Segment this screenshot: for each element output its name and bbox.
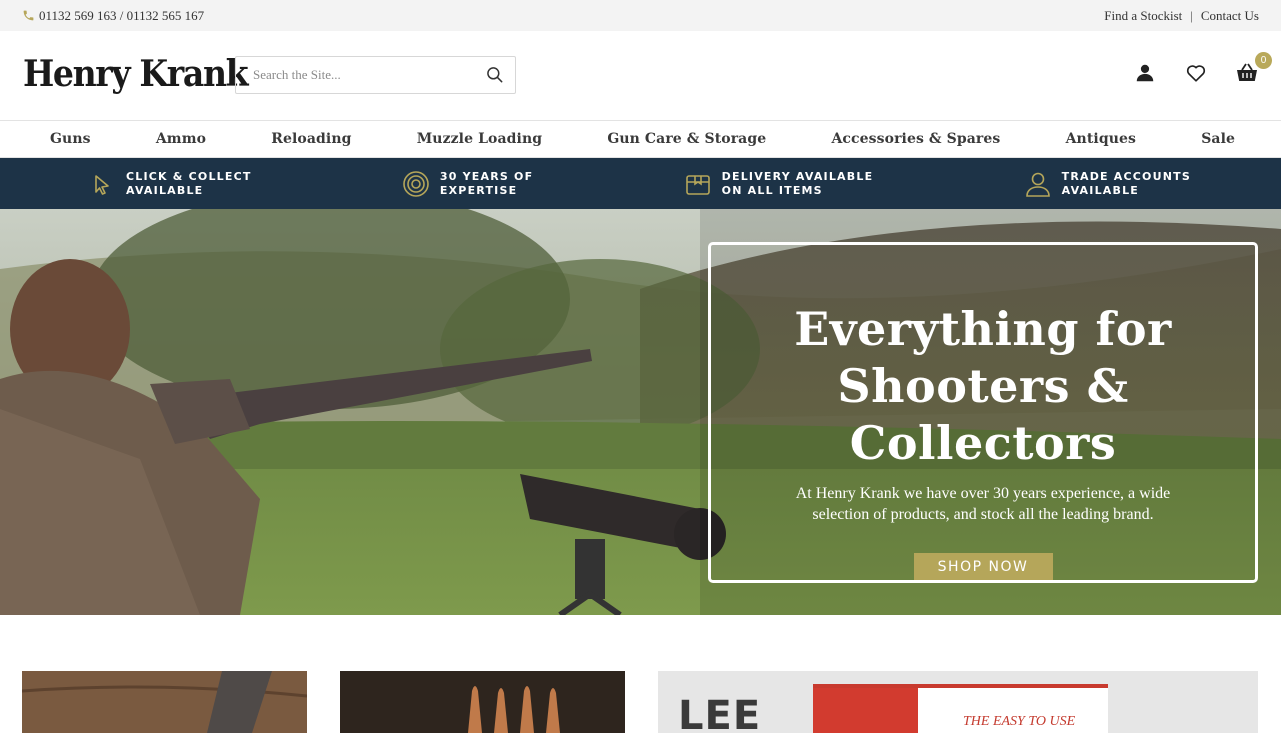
shop-now-button[interactable]: SHOP NOW bbox=[913, 553, 1053, 580]
nav-item-antiques[interactable]: Antiques bbox=[1066, 131, 1136, 147]
phone-info: 01132 569 163 / 01132 565 167 bbox=[22, 8, 204, 24]
category-tile-guns[interactable] bbox=[22, 671, 307, 733]
nav-item-sale[interactable]: Sale bbox=[1201, 131, 1235, 147]
hero-title: Everything for Shooters & Collectors bbox=[711, 301, 1255, 472]
usp-expertise: 30 YEARS OF EXPERTISE bbox=[402, 170, 533, 198]
nav-item-reloading[interactable]: Reloading bbox=[271, 131, 351, 147]
phone-numbers: 01132 569 163 / 01132 565 167 bbox=[39, 7, 205, 23]
top-bar: 01132 569 163 / 01132 565 167 Find a Sto… bbox=[0, 0, 1281, 31]
usp-delivery-line1: DELIVERY AVAILABLE bbox=[721, 169, 874, 183]
usp-click-collect-line1: CLICK & COLLECT bbox=[126, 169, 252, 183]
hero-title-line1: Everything for bbox=[794, 302, 1172, 356]
tile-lee-brand: LEE bbox=[678, 693, 762, 733]
tile-ammo-image bbox=[340, 671, 625, 733]
nav-item-ammo[interactable]: Ammo bbox=[156, 131, 206, 147]
usp-delivery: DELIVERY AVAILABLE ON ALL ITEMS bbox=[684, 170, 874, 198]
hero-content-box: Everything for Shooters & Collectors At … bbox=[708, 242, 1258, 583]
wishlist-button[interactable] bbox=[1184, 61, 1208, 85]
nav-item-gun-care-storage[interactable]: Gun Care & Storage bbox=[607, 131, 766, 147]
top-links-separator: | bbox=[1190, 7, 1193, 23]
usp-trade-accounts-line1: TRADE ACCOUNTS bbox=[1061, 169, 1191, 183]
category-tile-reloading[interactable]: LEE THE EASY TO USE bbox=[658, 671, 1258, 733]
usp-delivery-line2: ON ALL ITEMS bbox=[721, 183, 823, 197]
main-nav: Guns Ammo Reloading Muzzle Loading Gun C… bbox=[0, 120, 1281, 158]
usp-click-collect: CLICK & COLLECT AVAILABLE bbox=[88, 170, 252, 198]
target-icon bbox=[403, 170, 429, 197]
hero-title-line2: Shooters & Collectors bbox=[837, 359, 1129, 470]
nav-item-guns[interactable]: Guns bbox=[50, 131, 91, 147]
usp-trade-accounts: TRADE ACCOUNTS AVAILABLE bbox=[1024, 170, 1191, 198]
usp-click-collect-line2: AVAILABLE bbox=[126, 183, 204, 197]
site-header: Henry Krank 0 bbox=[0, 31, 1281, 120]
top-links: Find a Stockist | Contact Us bbox=[1104, 8, 1259, 24]
phone-icon bbox=[23, 10, 34, 21]
account-button[interactable] bbox=[1133, 61, 1157, 85]
cursor-icon bbox=[95, 174, 109, 195]
search-bar bbox=[235, 56, 516, 94]
header-icons: 0 bbox=[1133, 52, 1272, 85]
usp-trade-accounts-line2: AVAILABLE bbox=[1061, 183, 1139, 197]
site-logo[interactable]: Henry Krank bbox=[23, 53, 249, 95]
account-icon bbox=[1136, 64, 1154, 82]
person-icon bbox=[1025, 172, 1050, 197]
usp-expertise-line2: EXPERTISE bbox=[439, 183, 518, 197]
tile-lee-box-text: THE EASY TO USE bbox=[963, 714, 1076, 729]
nav-item-accessories-spares[interactable]: Accessories & Spares bbox=[831, 131, 1000, 147]
tile-lee-product-box: THE EASY TO USE bbox=[813, 684, 1108, 733]
usp-expertise-line1: 30 YEARS OF bbox=[439, 169, 534, 183]
basket-button[interactable]: 0 bbox=[1235, 52, 1272, 85]
hero-banner: Everything for Shooters & Collectors At … bbox=[0, 209, 1281, 615]
box-icon bbox=[685, 174, 710, 195]
cart-count-badge: 0 bbox=[1255, 52, 1272, 69]
tile-guns-image bbox=[22, 671, 307, 733]
search-icon[interactable] bbox=[485, 65, 505, 85]
category-tile-ammo[interactable] bbox=[340, 671, 625, 733]
nav-item-muzzle-loading[interactable]: Muzzle Loading bbox=[417, 131, 542, 147]
usp-bar: CLICK & COLLECT AVAILABLE 30 YEARS OF EX… bbox=[0, 158, 1281, 209]
search-input[interactable] bbox=[253, 67, 485, 83]
find-stockist-link[interactable]: Find a Stockist bbox=[1104, 8, 1182, 24]
hero-subtitle: At Henry Krank we have over 30 years exp… bbox=[795, 485, 1171, 523]
wishlist-heart-icon bbox=[1186, 65, 1206, 82]
contact-us-link[interactable]: Contact Us bbox=[1201, 8, 1259, 24]
